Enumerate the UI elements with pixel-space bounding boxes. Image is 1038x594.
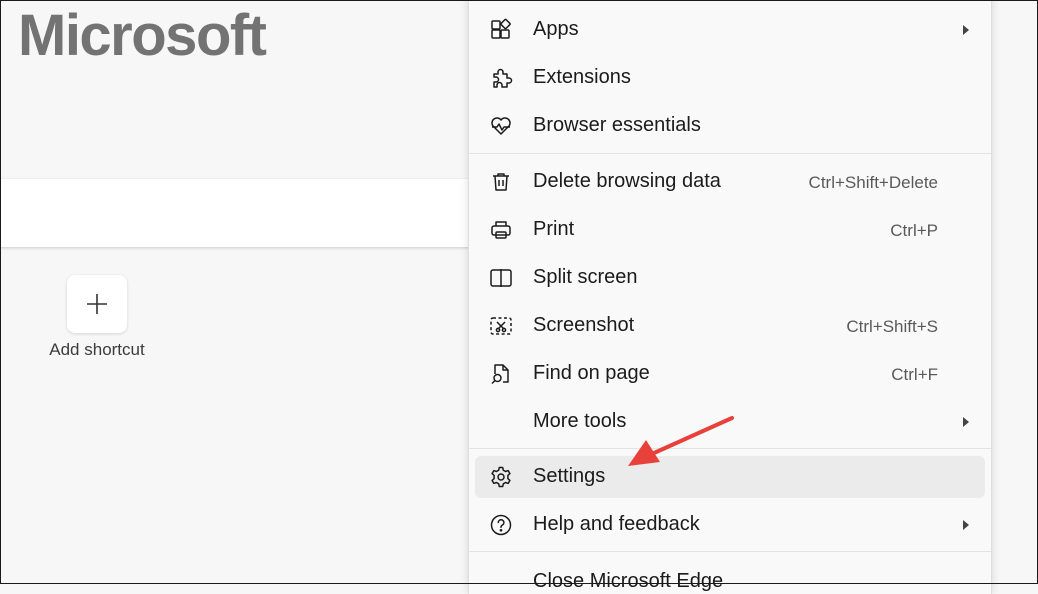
microsoft-logo-text: Microsoft — [18, 3, 267, 68]
menu-item-label: Apps — [533, 18, 579, 40]
menu-item-close-edge[interactable]: Close Microsoft Edge — [475, 562, 985, 594]
plus-icon — [87, 294, 107, 314]
menu-item-help-and-feedback[interactable]: Help and feedback — [475, 505, 985, 545]
submenu-chevron-icon — [961, 414, 971, 430]
apps-icon — [489, 18, 513, 42]
split-screen-icon — [489, 266, 513, 290]
keyboard-shortcut: Ctrl+Shift+S — [846, 317, 938, 336]
trash-icon — [489, 170, 513, 194]
menu-item-label: Help and feedback — [533, 513, 700, 535]
menu-item-more-tools[interactable]: More tools — [475, 402, 985, 442]
browser-settings-menu: Apps Extensions Browser essentials Delet… — [468, 0, 992, 594]
menu-item-label: Delete browsing data — [533, 170, 721, 192]
print-icon — [489, 218, 513, 242]
menu-item-extensions[interactable]: Extensions — [475, 58, 985, 98]
help-icon — [489, 513, 513, 537]
menu-item-label: Browser essentials — [533, 114, 701, 136]
screenshot-icon — [489, 314, 513, 338]
menu-item-print[interactable]: Print Ctrl+P — [475, 210, 985, 250]
menu-divider — [469, 448, 991, 449]
menu-item-label: Close Microsoft Edge — [533, 570, 724, 592]
menu-item-label: Split screen — [533, 266, 638, 288]
keyboard-shortcut: Ctrl+F — [891, 365, 938, 384]
menu-item-find-on-page[interactable]: Find on page Ctrl+F — [475, 354, 985, 394]
settings-icon — [489, 465, 513, 489]
extensions-icon — [489, 66, 513, 90]
menu-divider — [469, 551, 991, 552]
menu-item-label: Settings — [533, 465, 606, 487]
menu-item-apps[interactable]: Apps — [475, 10, 985, 50]
menu-item-screenshot[interactable]: Screenshot Ctrl+Shift+S — [475, 306, 985, 346]
find-on-page-icon — [489, 362, 513, 386]
menu-item-label: Print — [533, 218, 575, 240]
menu-item-settings[interactable]: Settings — [475, 456, 985, 498]
menu-item-split-screen[interactable]: Split screen — [475, 258, 985, 298]
add-shortcut-label: Add shortcut — [49, 340, 145, 359]
search-bar[interactable] — [0, 179, 476, 247]
menu-divider — [469, 153, 991, 154]
browser-essentials-icon — [489, 114, 513, 138]
menu-item-label: Find on page — [533, 362, 650, 384]
menu-item-label: More tools — [533, 410, 627, 432]
menu-item-label: Extensions — [533, 66, 631, 88]
menu-item-label: Screenshot — [533, 314, 635, 336]
keyboard-shortcut: Ctrl+P — [890, 221, 938, 240]
keyboard-shortcut: Ctrl+Shift+Delete — [808, 173, 938, 192]
menu-item-browser-essentials[interactable]: Browser essentials — [475, 106, 985, 146]
add-shortcut-button[interactable] — [67, 275, 127, 333]
submenu-chevron-icon — [961, 22, 971, 38]
menu-item-delete-browsing-data[interactable]: Delete browsing data Ctrl+Shift+Delete — [475, 162, 985, 202]
submenu-chevron-icon — [961, 517, 971, 533]
